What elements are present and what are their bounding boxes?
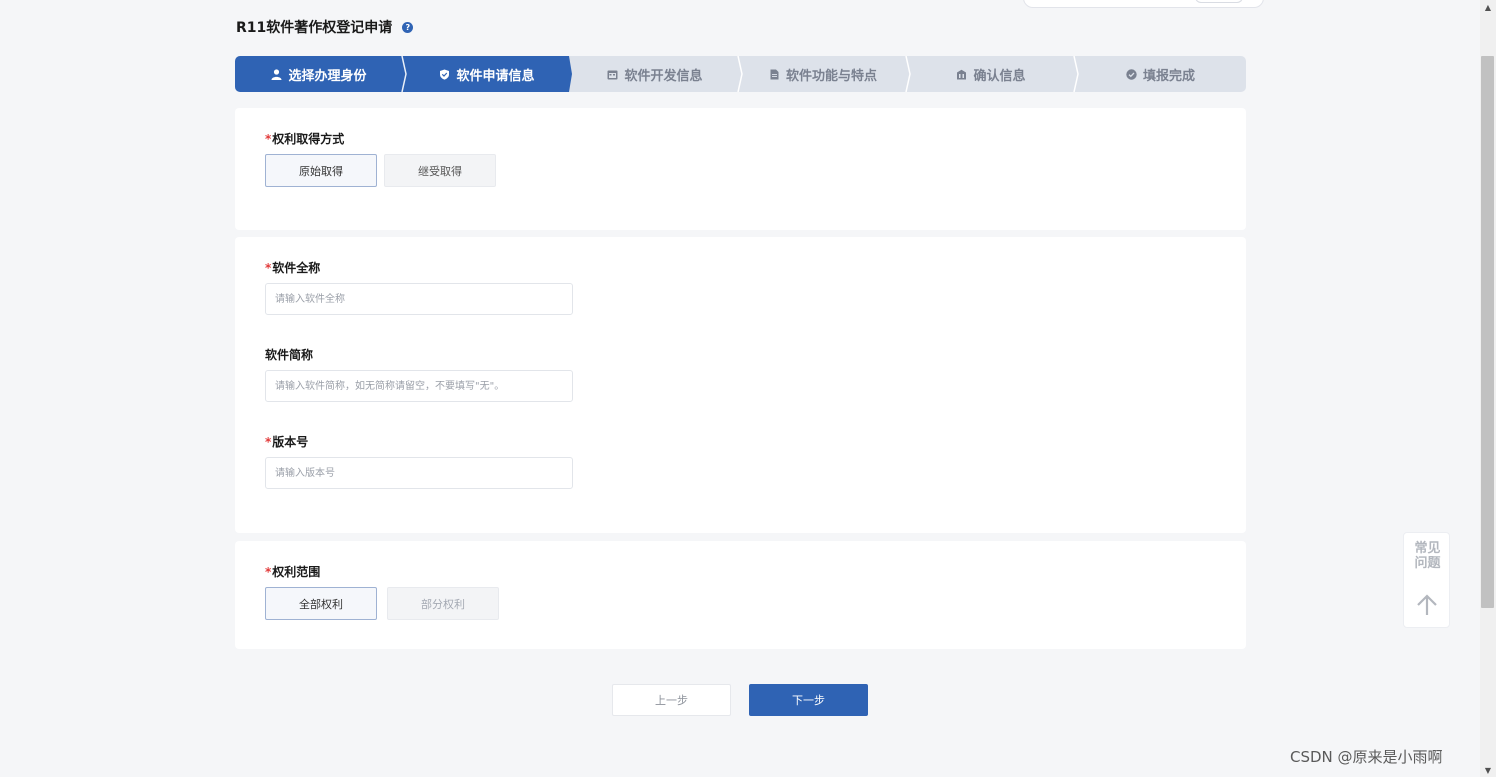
acquisition-method-card: *权利取得方式 原始取得 继受取得: [235, 108, 1246, 230]
step-label: 软件申请信息: [456, 68, 535, 84]
step-software-features[interactable]: 软件功能与特点: [739, 56, 907, 92]
building-icon: [956, 69, 967, 80]
step-confirm-info[interactable]: 确认信息: [907, 56, 1075, 92]
software-short-name-label: 软件简称: [265, 348, 314, 362]
next-step-button[interactable]: 下一步: [749, 684, 868, 716]
software-full-name-label: *软件全称: [265, 261, 321, 275]
floating-help-panel: 常见问题: [1403, 532, 1450, 628]
rights-scope-label: *权利范围: [265, 565, 321, 579]
scroll-thumb[interactable]: [1481, 56, 1494, 608]
scroll-down-arrow-icon[interactable]: ▼: [1480, 763, 1496, 777]
page-title: R11软件著作权登记申请: [236, 20, 393, 36]
software-full-name-input[interactable]: [265, 283, 573, 315]
shield-icon: [439, 69, 450, 80]
option-all-rights[interactable]: 全部权利: [265, 587, 377, 620]
step-software-development[interactable]: 软件开发信息: [571, 56, 739, 92]
step-label: 软件开发信息: [624, 68, 703, 84]
step-progress-bar: 选择办理身份 软件申请信息 软件开发信息 软件功能与特点 确认信息 填报完成: [235, 56, 1246, 92]
faq-link[interactable]: 常见问题: [1404, 541, 1451, 571]
prev-step-button[interactable]: 上一步: [612, 684, 731, 716]
rights-scope-card: *权利范围 全部权利 部分权利: [235, 541, 1246, 649]
option-original-acquisition[interactable]: 原始取得: [265, 154, 377, 187]
step-label: 选择办理身份: [288, 68, 367, 84]
version-label: *版本号: [265, 435, 309, 449]
version-input[interactable]: [265, 457, 573, 489]
top-widget-button[interactable]: [1195, 0, 1243, 3]
step-select-identity[interactable]: 选择办理身份: [235, 56, 403, 92]
page-scrollbar[interactable]: ▲ ▼: [1480, 0, 1496, 777]
check-circle-icon: [1126, 68, 1137, 80]
arrow-up-icon[interactable]: [1415, 593, 1439, 617]
page-header: R11软件著作权登记申请 ?: [236, 17, 414, 37]
option-partial-rights[interactable]: 部分权利: [387, 587, 499, 620]
step-software-application[interactable]: 软件申请信息: [403, 56, 571, 92]
calendar-icon: [607, 69, 618, 80]
document-icon: [769, 69, 780, 80]
option-inherited-acquisition[interactable]: 继受取得: [384, 154, 496, 187]
user-icon: [271, 68, 282, 80]
acquisition-method-label: *权利取得方式: [265, 132, 345, 146]
watermark: CSDN @原来是小雨啊: [1290, 748, 1443, 766]
step-label: 软件功能与特点: [785, 68, 877, 84]
scroll-up-arrow-icon[interactable]: ▲: [1480, 0, 1496, 14]
step-finish[interactable]: 填报完成: [1075, 56, 1246, 92]
software-short-name-input[interactable]: [265, 370, 573, 402]
software-info-card: *软件全称 软件简称 *版本号: [235, 237, 1246, 533]
top-search-widget: [1023, 0, 1264, 8]
step-label: 填报完成: [1142, 68, 1195, 84]
step-label: 确认信息: [973, 68, 1026, 84]
question-circle-icon[interactable]: ?: [402, 21, 414, 33]
